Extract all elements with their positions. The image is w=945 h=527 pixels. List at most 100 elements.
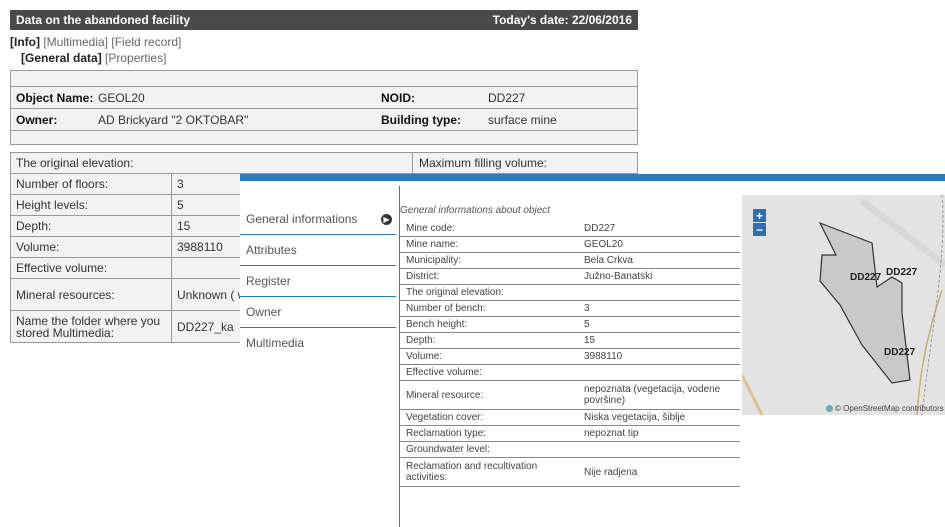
map-label: DD227 xyxy=(884,347,916,358)
info-value: Bela Crkva xyxy=(578,252,740,269)
info-label: Number of bench: xyxy=(400,300,578,317)
panel-titlebar: Data on the abandoned facility Today's d… xyxy=(10,10,638,30)
info-value: GEOL20 xyxy=(578,236,740,253)
map-label: DD227 xyxy=(850,272,882,283)
prop-label: Name the folder where you stored Multime… xyxy=(10,310,172,343)
menu-item-owner[interactable]: Owner xyxy=(240,297,396,328)
attribution-text: © OpenStreetMap contributors xyxy=(835,404,944,413)
table-row: Municipality: Bela Crkva xyxy=(400,252,740,269)
prop-label: Height levels: xyxy=(10,194,172,216)
info-value: Južno-Banatski xyxy=(578,268,740,285)
info-label: Effective volume: xyxy=(400,364,578,381)
owner-row: Owner: AD Brickyard "2 OKTOBAR" Building… xyxy=(11,108,637,130)
prop-label: Volume: xyxy=(10,236,172,258)
owner-label: Owner: xyxy=(16,112,58,127)
info-label: Municipality: xyxy=(400,252,578,269)
info-value: nepoznat tip xyxy=(578,425,740,442)
info-value: nepoznata (vegetacija, vodene površine) xyxy=(578,380,740,410)
info-value: 5 xyxy=(578,316,740,333)
attribution-icon xyxy=(826,405,833,413)
menu-item-multimedia[interactable]: Multimedia xyxy=(240,328,396,358)
tab-properties[interactable]: [Properties] xyxy=(105,51,166,65)
panel-title: Data on the abandoned facility xyxy=(16,13,191,27)
prop-label: Depth: xyxy=(10,215,172,237)
info-title: General informations about object xyxy=(400,205,551,216)
info-label: The original elevation: xyxy=(400,284,578,301)
info-label: Groundwater level: xyxy=(400,441,578,458)
info-label: Reclamation and recultivation activities… xyxy=(400,457,578,487)
menu-item-label: Multimedia xyxy=(246,336,305,350)
info-value xyxy=(578,441,740,458)
general-info-table: Mine code: DD227 Mine name: GEOL20 Municip… xyxy=(400,221,740,487)
noid-label: NOID: xyxy=(381,90,415,105)
info-value xyxy=(578,284,740,301)
table-row: Depth: 15 xyxy=(400,332,740,349)
tab-field-record[interactable]: [Field record] xyxy=(111,35,181,49)
tab-nav: [Info] [Multimedia] [Field record] xyxy=(10,35,638,49)
object-name-label: Object Name: xyxy=(16,90,94,105)
table-row: Number of bench: 3 xyxy=(400,300,740,317)
info-value xyxy=(578,364,740,381)
building-type-label: Building type: xyxy=(381,112,461,127)
map-attribution: © OpenStreetMap contributors xyxy=(826,404,944,413)
object-name-row: Object Name: GEOL20 NOID: DD227 xyxy=(11,86,637,108)
zoom-in-button[interactable]: + xyxy=(753,209,766,222)
tab-multimedia[interactable]: [Multimedia] xyxy=(43,35,108,49)
menu-item-label: Owner xyxy=(246,305,282,319)
table-row: Mineral resource: nepoznata (vegetacija, … xyxy=(400,380,740,410)
info-label: Reclamation type: xyxy=(400,425,578,442)
max-filling-volume-label: Maximum filling volume: xyxy=(411,152,639,174)
info-label: Depth: xyxy=(400,332,578,349)
table-row: Groundwater level: xyxy=(400,441,740,458)
info-label: Mineral resource: xyxy=(400,380,578,410)
menu-item-register[interactable]: Register xyxy=(240,266,396,297)
window-top-border xyxy=(240,174,945,181)
map-view[interactable]: + − DD227 DD227 DD227 © OpenStreetMap co… xyxy=(742,195,945,415)
table-row: Reclamation and recultivation activities… xyxy=(400,457,740,487)
info-label: Vegetation cover: xyxy=(400,409,578,426)
prop-label: Mineral resources: xyxy=(10,278,172,311)
table-row: Mine code: DD227 xyxy=(400,221,740,237)
zoom-out-button[interactable]: − xyxy=(753,223,766,236)
menu-item-general-informations[interactable]: General informations ▶ xyxy=(240,204,396,235)
building-type-value: surface mine xyxy=(488,112,557,127)
object-detail-window: General informations ▶ Attributes Regist… xyxy=(240,174,945,527)
sub-tab-nav: [General data] [Properties] xyxy=(21,51,638,65)
menu-item-label: General informations xyxy=(246,212,358,226)
table-row: Effective volume: xyxy=(400,364,740,381)
info-value: Niska vegetacija, šiblje xyxy=(578,409,740,426)
arrow-right-icon: ▶ xyxy=(381,213,392,225)
object-summary-box: Object Name: GEOL20 NOID: DD227 Owner: A… xyxy=(10,70,638,145)
owner-value: AD Brickyard "2 OKTOBAR" xyxy=(98,112,249,127)
noid-value: DD227 xyxy=(488,90,526,105)
info-value: 15 xyxy=(578,332,740,349)
info-value: 3988110 xyxy=(578,348,740,365)
table-row: Reclamation type: nepoznat tip xyxy=(400,425,740,442)
tab-general-data[interactable]: [General data] xyxy=(21,51,102,65)
menu-item-attributes[interactable]: Attributes xyxy=(240,235,396,266)
table-row: District: Južno-Banatski xyxy=(400,268,740,285)
prop-label: Number of floors: xyxy=(10,173,172,195)
menu-item-label: Attributes xyxy=(246,243,297,257)
todays-date: Today's date: 22/06/2016 xyxy=(492,13,632,27)
object-name-value: GEOL20 xyxy=(98,90,145,105)
map-label: DD227 xyxy=(886,267,918,278)
info-value: 3 xyxy=(578,300,740,317)
original-elevation-label: The original elevation: xyxy=(10,152,413,174)
table-row: Bench height: 5 xyxy=(400,316,740,333)
table-row: Vegetation cover: Niska vegetacija, šiblj… xyxy=(400,409,740,426)
info-label: Mine code: xyxy=(400,221,578,237)
tab-info[interactable]: [Info] xyxy=(10,35,40,49)
table-row: Volume: 3988110 xyxy=(400,348,740,365)
table-row: Mine name: GEOL20 xyxy=(400,236,740,253)
table-row: The original elevation: xyxy=(400,284,740,301)
info-label: Bench height: xyxy=(400,316,578,333)
info-label: District: xyxy=(400,268,578,285)
side-menu: General informations ▶ Attributes Regist… xyxy=(240,204,396,358)
abandoned-facility-panel: Data on the abandoned facility Today's d… xyxy=(10,10,639,343)
map-canvas xyxy=(742,195,945,415)
menu-item-label: Register xyxy=(246,274,291,288)
prop-label: Effective volume: xyxy=(10,257,172,279)
info-label: Mine name: xyxy=(400,236,578,253)
info-value: Nije radjena xyxy=(578,457,740,487)
